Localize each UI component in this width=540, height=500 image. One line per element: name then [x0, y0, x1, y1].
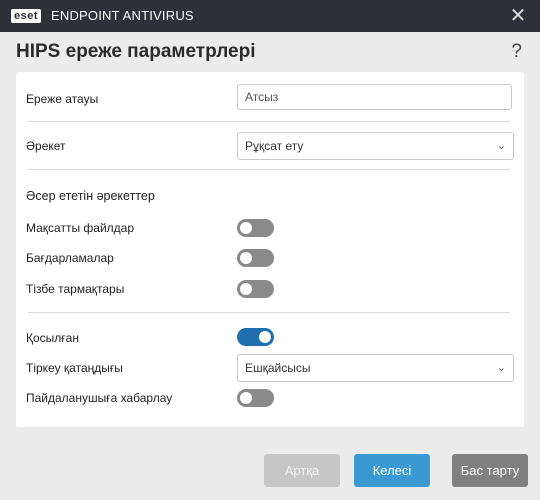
toggle-knob [240, 252, 252, 264]
registry-entries-toggle[interactable] [237, 280, 274, 298]
logging-severity-select[interactable]: Ешқайсысы ⌄ [237, 354, 514, 382]
target-files-label: Мақсатты файлдар [26, 221, 135, 235]
settings-panel: Ереже атауы Атсыз Әрекет Рұқсат ету ⌄ Әс… [16, 72, 524, 427]
eset-logo: eset [11, 9, 42, 23]
chevron-down-icon: ⌄ [496, 140, 506, 152]
affected-operations-title: Әсер ететін әрекеттер [26, 189, 155, 203]
back-button[interactable]: Артқа [264, 454, 340, 487]
logging-severity-value: Ешқайсысы [245, 361, 311, 375]
logging-severity-label: Тіркеу қатаңдығы [26, 361, 123, 375]
toggle-knob [259, 331, 271, 343]
applications-toggle[interactable] [237, 249, 274, 267]
toggle-knob [240, 222, 252, 234]
help-icon[interactable]: ? [511, 40, 522, 64]
toggle-knob [240, 392, 252, 404]
target-files-toggle[interactable] [237, 219, 274, 237]
rule-name-input[interactable]: Атсыз [237, 84, 512, 110]
next-button[interactable]: Келесі [354, 454, 430, 487]
divider [28, 169, 510, 170]
action-select[interactable]: Рұқсат ету ⌄ [237, 132, 514, 160]
title-bar: eset ENDPOINT ANTIVIRUS ✕ [0, 0, 540, 32]
applications-label: Бағдарламалар [26, 251, 114, 265]
rule-name-placeholder: Атсыз [245, 90, 279, 104]
chevron-down-icon: ⌄ [496, 362, 506, 374]
enabled-label: Қосылған [26, 331, 79, 345]
action-label: Әрекет [26, 139, 66, 153]
rule-name-label: Ереже атауы [26, 92, 99, 106]
close-icon[interactable]: ✕ [508, 6, 528, 26]
divider [28, 312, 510, 313]
cancel-button[interactable]: Бас тарту [452, 454, 528, 487]
dialog-window: eset ENDPOINT ANTIVIRUS ✕ HIPS ереже пар… [0, 0, 540, 500]
notify-user-toggle[interactable] [237, 389, 274, 407]
action-select-value: Рұқсат ету [245, 139, 304, 153]
dialog-title: HIPS ереже параметрлері [16, 41, 256, 62]
app-name: ENDPOINT ANTIVIRUS [51, 8, 194, 23]
notify-user-label: Пайдаланушыға хабарлау [26, 391, 173, 405]
toggle-knob [240, 283, 252, 295]
enabled-toggle[interactable] [237, 328, 274, 346]
registry-entries-label: Тізбе тармақтары [26, 282, 125, 296]
divider [28, 121, 510, 122]
